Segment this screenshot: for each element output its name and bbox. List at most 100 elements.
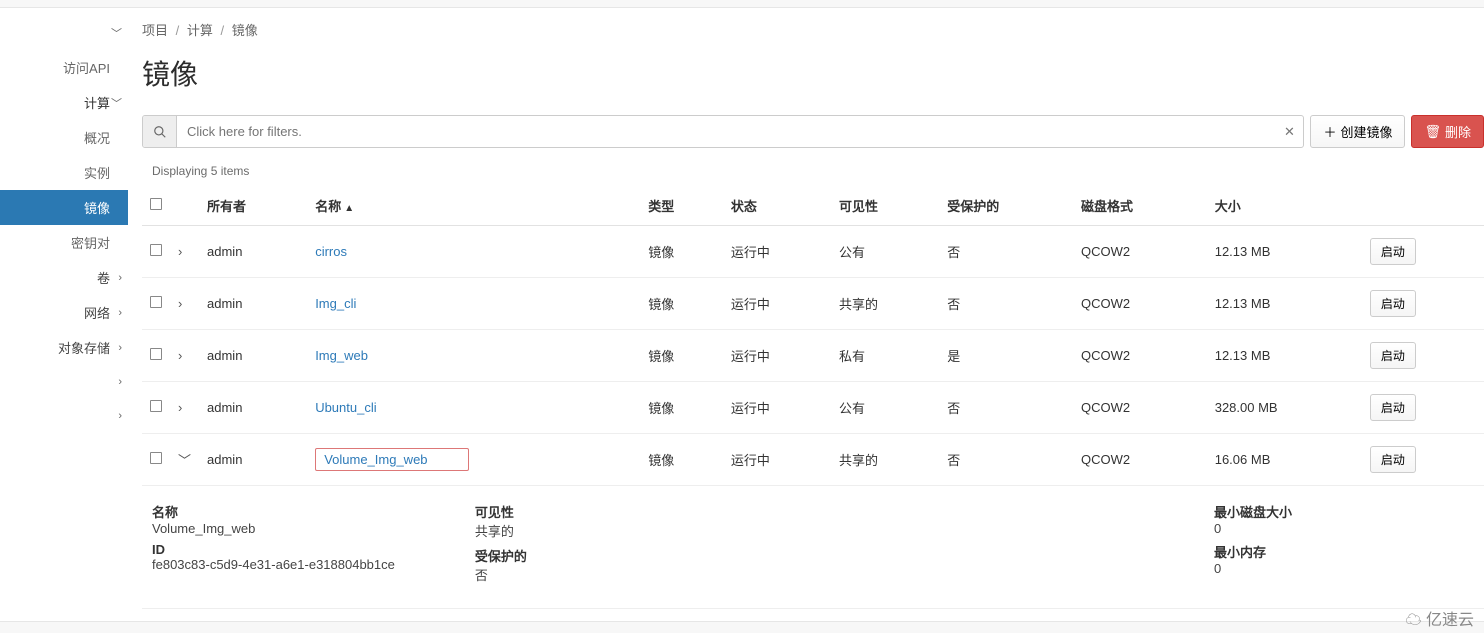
breadcrumb: 项目 / 计算 / 镜像 [142, 20, 1484, 39]
launch-button[interactable]: 启动 [1370, 238, 1416, 265]
sidebar-item-keypairs[interactable]: 密钥对 [0, 225, 128, 260]
image-name-link[interactable]: Ubuntu_cli [315, 400, 376, 415]
cell-size: 12.13 MB [1207, 330, 1362, 382]
col-owner[interactable]: 所有者 [199, 186, 307, 226]
cell-visibility: 共享的 [831, 434, 939, 486]
sidebar-item-object-storage[interactable]: 对象存储 › [0, 330, 128, 365]
cell-type: 镜像 [640, 382, 723, 434]
cell-type: 镜像 [640, 226, 723, 278]
image-name-link[interactable]: Volume_Img_web [315, 448, 468, 471]
sidebar-group-project[interactable]: ﹀ [0, 16, 128, 50]
col-visibility[interactable]: 可见性 [831, 186, 939, 226]
chevron-right-icon: › [118, 307, 122, 319]
expand-toggle[interactable]: › [170, 330, 199, 382]
detail-value-name: Volume_Img_web [152, 521, 395, 536]
cell-owner: admin [199, 278, 307, 330]
col-name[interactable]: 名称▲ [307, 186, 640, 226]
cell-protected: 否 [939, 278, 1073, 330]
chevron-down-icon: ﹀ [111, 95, 122, 111]
image-name-link[interactable]: Img_cli [315, 296, 356, 311]
col-disk-format[interactable]: 磁盘格式 [1073, 186, 1207, 226]
crumb-project[interactable]: 项目 [142, 23, 168, 38]
detail-label-name: 名称 [152, 502, 395, 521]
search-input[interactable] [177, 116, 1275, 147]
launch-button[interactable]: 启动 [1370, 290, 1416, 317]
crumb-compute[interactable]: 计算 [187, 23, 213, 38]
detail-value-visibility: 共享的 [475, 521, 675, 540]
delete-image-button[interactable]: 🗑 删除 [1411, 115, 1484, 148]
sidebar-extra-1[interactable]: › [0, 365, 128, 399]
detail-label-protected: 受保护的 [475, 546, 675, 565]
row-checkbox[interactable] [150, 400, 162, 412]
create-image-button[interactable]: ＋ 创建镜像 [1310, 115, 1405, 148]
brand-logo: ☁ 亿速云 [1406, 606, 1474, 630]
col-protected[interactable]: 受保护的 [939, 186, 1073, 226]
cell-disk-format: QCOW2 [1073, 330, 1207, 382]
cell-disk-format: QCOW2 [1073, 278, 1207, 330]
cell-status: 运行中 [723, 278, 831, 330]
select-all-checkbox[interactable] [150, 198, 162, 210]
crumb-images: 镜像 [232, 23, 258, 38]
sidebar-item-images[interactable]: 镜像 [0, 190, 128, 225]
col-size[interactable]: 大小 [1207, 186, 1362, 226]
table-row: ›adminUbuntu_cli镜像运行中公有否QCOW2328.00 MB启动 [142, 382, 1484, 434]
col-status[interactable]: 状态 [723, 186, 831, 226]
cell-protected: 否 [939, 226, 1073, 278]
cell-status: 运行中 [723, 434, 831, 486]
cell-size: 328.00 MB [1207, 382, 1362, 434]
expand-toggle[interactable]: ﹀ [170, 434, 199, 486]
cell-status: 运行中 [723, 226, 831, 278]
expand-toggle[interactable]: › [170, 382, 199, 434]
detail-value-id: fe803c83-c5d9-4e31-a6e1-e318804bb1ce [152, 557, 395, 572]
sidebar-item-api[interactable]: 访问API [0, 50, 128, 85]
col-type[interactable]: 类型 [640, 186, 723, 226]
detail-value-min-ram: 0 [1214, 561, 1414, 576]
sidebar-item-instances[interactable]: 实例 [0, 155, 128, 190]
item-count: Displaying 5 items [142, 156, 1484, 186]
sidebar-item-overview[interactable]: 概况 [0, 120, 128, 155]
cell-owner: admin [199, 434, 307, 486]
detail-label-min-ram: 最小内存 [1214, 542, 1414, 561]
toolbar: ✕ ＋ 创建镜像 🗑 删除 [142, 115, 1484, 148]
cell-disk-format: QCOW2 [1073, 226, 1207, 278]
cell-size: 12.13 MB [1207, 226, 1362, 278]
cell-size: 12.13 MB [1207, 278, 1362, 330]
cell-owner: admin [199, 226, 307, 278]
image-name-link[interactable]: cirros [315, 244, 347, 259]
page-title: 镜像 [142, 53, 1484, 93]
cell-visibility: 共享的 [831, 278, 939, 330]
detail-value-min-disk: 0 [1214, 521, 1414, 536]
cell-status: 运行中 [723, 382, 831, 434]
sidebar-extra-2[interactable]: › [0, 399, 128, 433]
launch-button[interactable]: 启动 [1370, 394, 1416, 421]
chevron-right-icon: › [118, 272, 122, 284]
cell-visibility: 私有 [831, 330, 939, 382]
cell-disk-format: QCOW2 [1073, 434, 1207, 486]
sidebar-item-volumes[interactable]: 卷 › [0, 260, 128, 295]
table-row: ›adminImg_web镜像运行中私有是QCOW212.13 MB启动 [142, 330, 1484, 382]
row-checkbox[interactable] [150, 348, 162, 360]
clear-icon[interactable]: ✕ [1275, 116, 1303, 147]
cell-status: 运行中 [723, 330, 831, 382]
expand-toggle[interactable]: › [170, 226, 199, 278]
detail-label-min-disk: 最小磁盘大小 [1214, 502, 1414, 521]
image-name-link[interactable]: Img_web [315, 348, 368, 363]
row-checkbox[interactable] [150, 296, 162, 308]
footer: ☁ 亿速云 [0, 621, 1484, 633]
cell-size: 16.06 MB [1207, 434, 1362, 486]
main-content: 项目 / 计算 / 镜像 镜像 ✕ ＋ 创建镜像 🗑 删除 [128, 8, 1484, 621]
details-row: 名称 Volume_Img_web ID fe803c83-c5d9-4e31-… [142, 486, 1484, 609]
table-row: ›adminImg_cli镜像运行中共享的否QCOW212.13 MB启动 [142, 278, 1484, 330]
launch-button[interactable]: 启动 [1370, 342, 1416, 369]
plus-icon: ＋ [1323, 122, 1336, 141]
table-row: ﹀adminVolume_Img_web镜像运行中共享的否QCOW216.06 … [142, 434, 1484, 486]
sidebar-group-compute[interactable]: 计算 ﹀ [0, 85, 128, 120]
images-table: 所有者 名称▲ 类型 状态 可见性 受保护的 磁盘格式 大小 ›admincir… [142, 186, 1484, 609]
launch-button[interactable]: 启动 [1370, 446, 1416, 473]
topbar [0, 0, 1484, 8]
row-checkbox[interactable] [150, 452, 162, 464]
cell-protected: 是 [939, 330, 1073, 382]
expand-toggle[interactable]: › [170, 278, 199, 330]
sidebar-item-network[interactable]: 网络 › [0, 295, 128, 330]
row-checkbox[interactable] [150, 244, 162, 256]
